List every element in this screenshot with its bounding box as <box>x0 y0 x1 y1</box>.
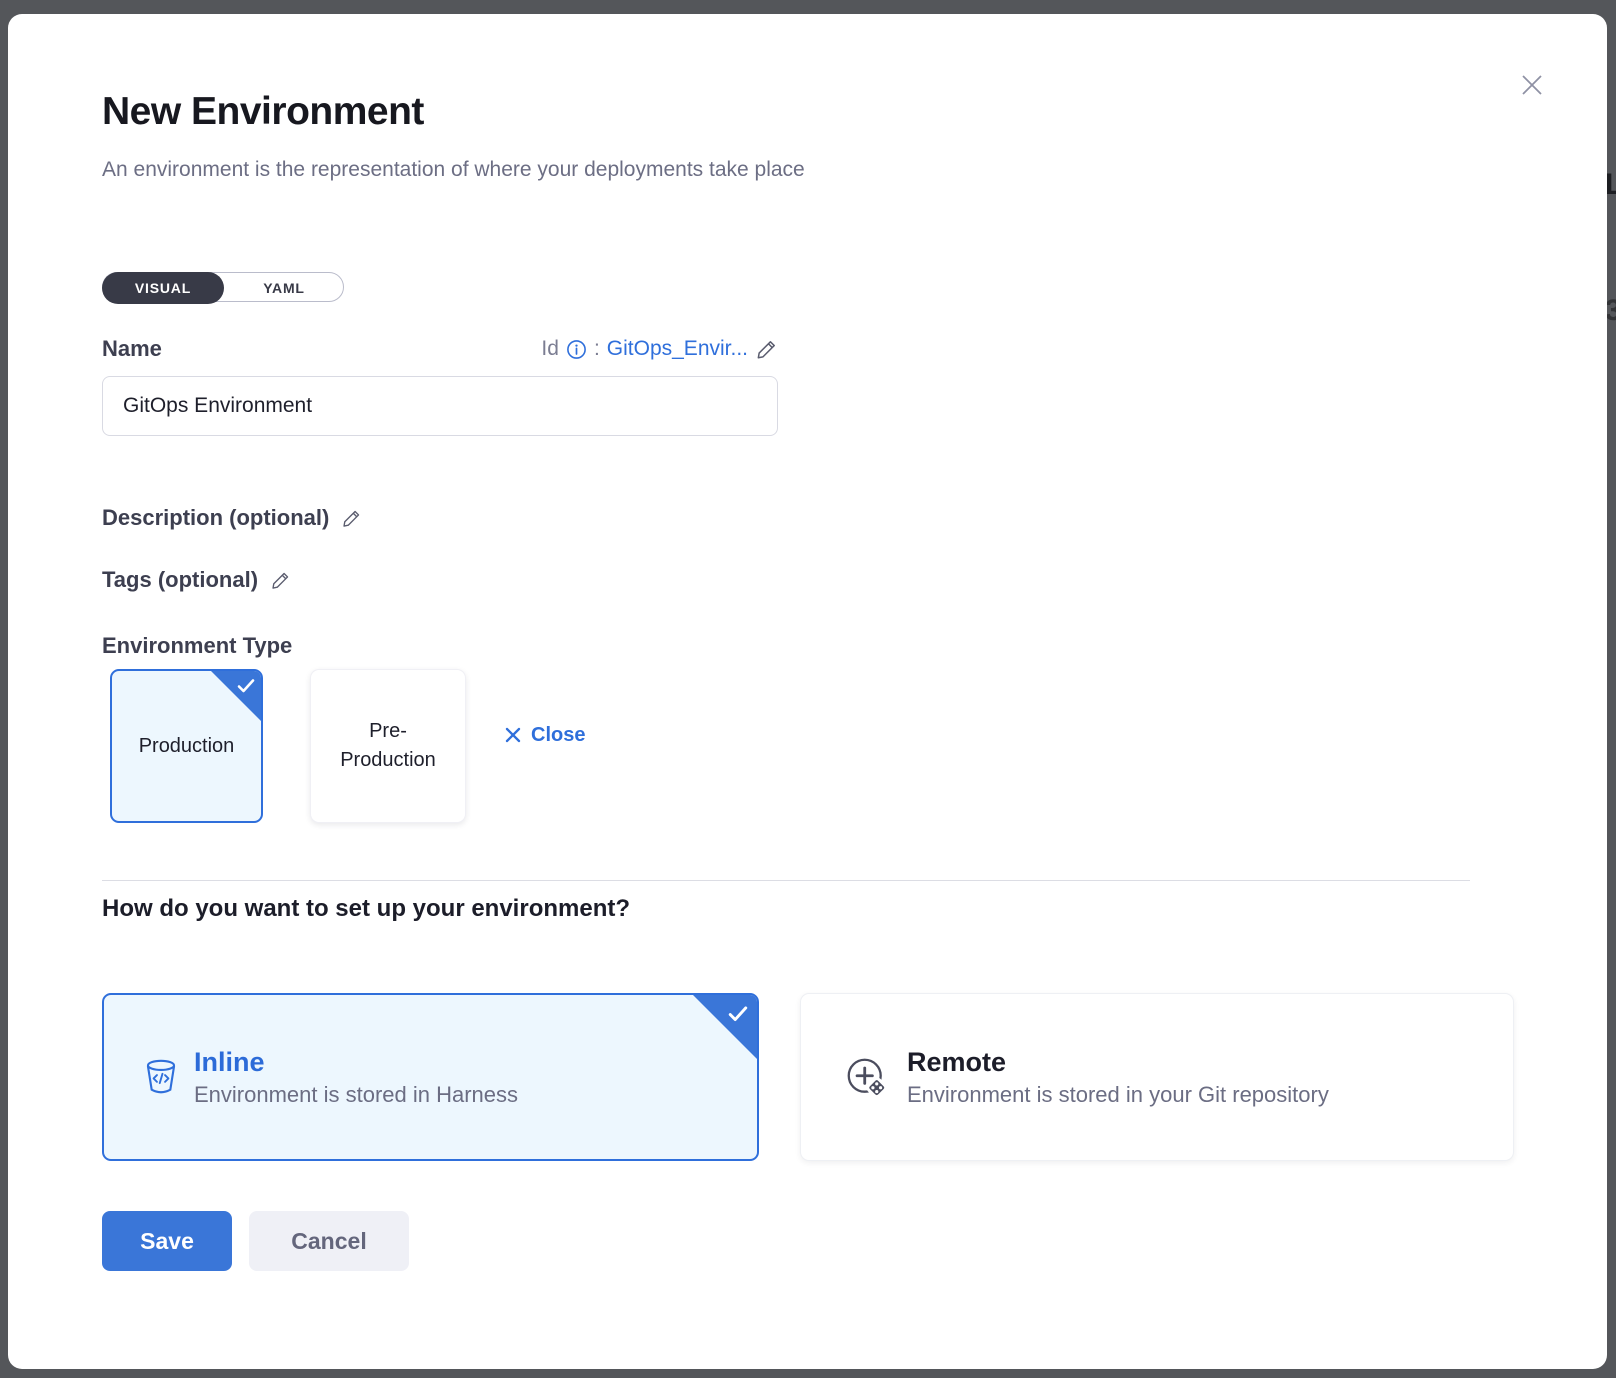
id-separator: : <box>594 337 600 361</box>
setup-card-description: Environment is stored in your Git reposi… <box>907 1082 1329 1108</box>
name-field-label: Name <box>102 336 162 362</box>
setup-section-heading: How do you want to set up your environme… <box>102 895 630 923</box>
setup-card-title: Inline <box>194 1047 518 1078</box>
tags-row: Tags (optional) <box>102 567 291 593</box>
env-type-card-pre-production[interactable]: Pre-Production <box>310 669 466 823</box>
description-label: Description (optional) <box>102 505 329 531</box>
environment-type-label: Environment Type <box>102 633 292 659</box>
section-divider <box>102 880 1470 881</box>
setup-card-remote[interactable]: Remote Environment is stored in your Git… <box>800 993 1514 1161</box>
check-icon <box>728 1005 748 1023</box>
entity-id-value[interactable]: GitOps_Envir... <box>607 337 748 361</box>
setup-card-inline[interactable]: Inline Environment is stored in Harness <box>102 993 759 1161</box>
page-title: New Environment <box>102 90 424 134</box>
tags-label: Tags (optional) <box>102 567 258 593</box>
page-subtitle: An environment is the representation of … <box>102 158 805 182</box>
info-icon[interactable] <box>566 339 587 360</box>
id-label: Id <box>541 337 559 361</box>
cancel-button[interactable]: Cancel <box>249 1211 409 1271</box>
close-x-icon <box>505 727 521 743</box>
setup-card-description: Environment is stored in Harness <box>194 1082 518 1108</box>
edit-id-icon[interactable] <box>755 338 778 361</box>
new-environment-dialog: New Environment An environment is the re… <box>8 14 1607 1369</box>
close-link-label: Close <box>531 724 585 747</box>
name-input[interactable] <box>102 376 778 436</box>
close-icon[interactable] <box>1514 67 1550 103</box>
close-x-glyph <box>1517 70 1547 100</box>
inline-store-icon <box>146 1059 176 1095</box>
visual-yaml-toggle: VISUAL YAML <box>102 272 344 302</box>
save-button[interactable]: Save <box>102 1211 232 1271</box>
remote-store-icon <box>843 1054 889 1100</box>
env-type-card-production[interactable]: Production <box>110 669 263 823</box>
edit-tags-icon[interactable] <box>270 570 291 591</box>
description-row: Description (optional) <box>102 505 362 531</box>
entity-id-row: Id : GitOps_Envir... <box>408 334 778 364</box>
env-type-card-label: Pre-Production <box>332 717 444 775</box>
tab-yaml[interactable]: YAML <box>225 273 343 303</box>
setup-card-title: Remote <box>907 1047 1329 1078</box>
env-type-card-label: Production <box>131 732 243 761</box>
edit-description-icon[interactable] <box>341 508 362 529</box>
close-env-type-selector-link[interactable]: Close <box>505 718 585 752</box>
check-icon <box>237 678 255 694</box>
tab-visual[interactable]: VISUAL <box>102 272 224 304</box>
